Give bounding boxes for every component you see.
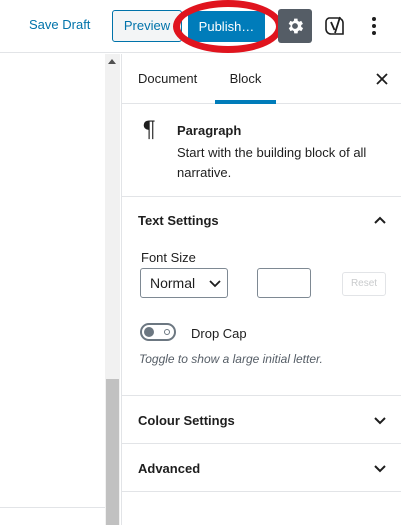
reset-font-size-button[interactable]: Reset: [342, 272, 386, 296]
tab-block[interactable]: Block: [215, 54, 276, 104]
text-settings-toggle[interactable]: Text Settings: [138, 213, 219, 228]
editor-canvas[interactable]: [0, 54, 105, 525]
more-options-button[interactable]: [364, 10, 384, 42]
colour-settings-panel[interactable]: Colour Settings: [122, 396, 401, 444]
drop-cap-label[interactable]: Drop Cap: [191, 326, 247, 341]
settings-button[interactable]: [278, 9, 312, 43]
text-settings-panel: Text Settings Font Size Normal Reset Dro…: [122, 197, 401, 396]
preview-button[interactable]: Preview: [112, 10, 182, 42]
block-title: Paragraph: [177, 123, 242, 138]
active-tab-indicator: [215, 100, 276, 104]
block-description: Start with the building block of all nar…: [177, 145, 367, 180]
chevron-up-icon[interactable]: [373, 213, 387, 227]
paragraph-icon: ¶: [142, 118, 156, 143]
close-sidebar-button[interactable]: [372, 67, 392, 91]
advanced-panel[interactable]: Advanced: [122, 444, 401, 492]
more-vertical-icon: [372, 17, 376, 21]
toggle-knob: [144, 327, 154, 337]
gear-icon: [288, 18, 304, 34]
drop-cap-toggle[interactable]: [140, 323, 176, 341]
tab-document[interactable]: Document: [138, 54, 197, 104]
editor-divider: [0, 507, 105, 508]
drop-cap-help-text: Toggle to show a large initial letter.: [139, 352, 323, 366]
toggle-off-indicator-icon: [164, 329, 170, 335]
settings-sidebar: Document Block ¶ Paragraph Start with th…: [121, 54, 401, 525]
scroll-up-arrow-icon[interactable]: [108, 59, 116, 64]
scrollbar-thumb[interactable]: [106, 379, 119, 525]
save-draft-button[interactable]: Save Draft: [29, 17, 90, 32]
colour-settings-title[interactable]: Colour Settings: [138, 413, 235, 428]
editor-scrollbar[interactable]: [105, 54, 120, 525]
sidebar-tabs: Document Block: [122, 54, 401, 104]
chevron-down-icon: [209, 280, 221, 288]
font-size-label: Font Size: [141, 250, 196, 265]
block-card: ¶ Paragraph Start with the building bloc…: [122, 105, 401, 197]
close-icon: [376, 73, 388, 85]
advanced-title[interactable]: Advanced: [138, 461, 200, 476]
yoast-seo-button[interactable]: [324, 11, 348, 41]
publish-button[interactable]: Publish…: [188, 11, 265, 42]
yoast-icon: [325, 16, 344, 35]
font-size-value: Normal: [150, 275, 196, 291]
chevron-down-icon[interactable]: [373, 414, 387, 428]
font-size-select[interactable]: Normal: [140, 268, 228, 298]
custom-font-size-input[interactable]: [257, 268, 311, 298]
editor-header: Save Draft Preview Publish…: [0, 0, 401, 53]
chevron-down-icon[interactable]: [373, 462, 387, 476]
